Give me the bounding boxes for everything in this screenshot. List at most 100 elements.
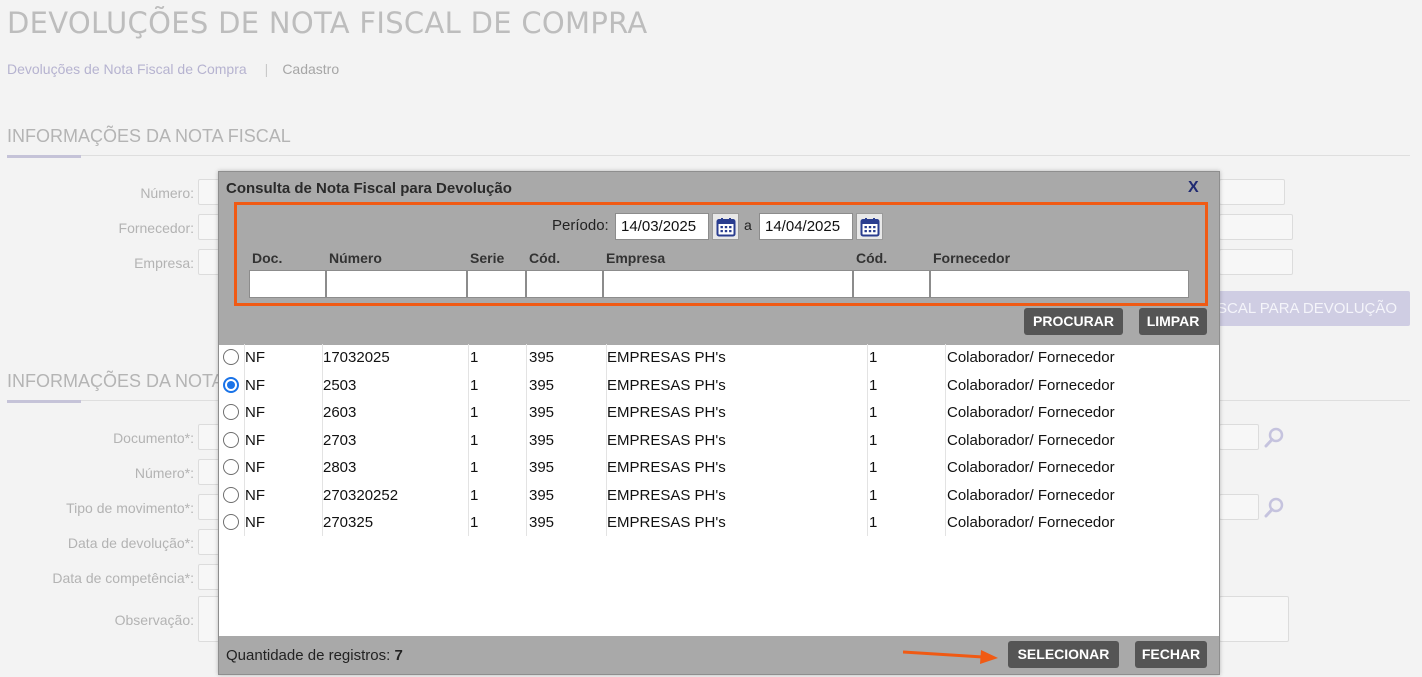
- table-row[interactable]: NF 270325 1 395 EMPRESAS PH's 1 Colabora…: [219, 509, 1219, 536]
- cell-empresa: EMPRESAS PH's: [607, 514, 726, 531]
- breadcrumb-separator: |: [264, 61, 269, 77]
- table-row[interactable]: NF 17032025 1 395 EMPRESAS PH's 1 Colabo…: [219, 344, 1219, 371]
- table-row[interactable]: NF 2603 1 395 EMPRESAS PH's 1 Colaborado…: [219, 399, 1219, 426]
- cell-serie: 1: [470, 487, 479, 504]
- cell-fornecedor: Colaborador/ Fornecedor: [947, 432, 1115, 449]
- col-header-cod-empresa: Cód.: [529, 250, 561, 266]
- modal-close-button[interactable]: X: [1188, 179, 1199, 197]
- cell-cod-empresa: 395: [529, 487, 555, 504]
- cell-doc: NF: [245, 432, 265, 449]
- cell-serie: 1: [470, 459, 479, 476]
- cell-cod-fornecedor: 1: [869, 514, 878, 531]
- numero-field-2[interactable]: [198, 459, 220, 485]
- filter-serie-input[interactable]: [467, 270, 526, 298]
- breadcrumb-item-devolucoes[interactable]: Devoluções de Nota Fiscal de Compra: [7, 61, 247, 77]
- calendar-icon[interactable]: [856, 213, 883, 240]
- empresa-field[interactable]: [198, 249, 220, 275]
- cell-cod-empresa: 395: [529, 349, 555, 366]
- documento-field-end[interactable]: [1219, 424, 1259, 450]
- filter-cod-fornecedor-input[interactable]: [853, 270, 930, 298]
- cell-empresa: EMPRESAS PH's: [607, 432, 726, 449]
- cell-empresa: EMPRESAS PH's: [607, 377, 726, 394]
- tipo-movimento-field-end[interactable]: [1219, 494, 1259, 520]
- row-radio[interactable]: [223, 487, 239, 503]
- empresa-field-end[interactable]: [1219, 249, 1293, 275]
- date-separator: a: [744, 217, 752, 233]
- procurar-button[interactable]: PROCURAR: [1024, 308, 1123, 335]
- date-to-input[interactable]: [759, 213, 853, 240]
- table-row[interactable]: NF 2703 1 395 EMPRESAS PH's 1 Colaborado…: [219, 427, 1219, 454]
- filter-numero-input[interactable]: [326, 270, 467, 298]
- search-icon[interactable]: [1262, 424, 1288, 450]
- table-row[interactable]: NF 2803 1 395 EMPRESAS PH's 1 Colaborado…: [219, 454, 1219, 481]
- data-devolucao-field[interactable]: [198, 529, 220, 555]
- table-row[interactable]: NF 2503 1 395 EMPRESAS PH's 1 Colaborado…: [219, 372, 1219, 399]
- cell-serie: 1: [470, 514, 479, 531]
- col-header-fornecedor: Fornecedor: [933, 250, 1011, 266]
- cell-empresa: EMPRESAS PH's: [607, 404, 726, 421]
- cell-fornecedor: Colaborador/ Fornecedor: [947, 377, 1115, 394]
- col-header-cod-fornecedor: Cód.: [856, 250, 888, 266]
- label-documento: Documento*:: [113, 430, 194, 446]
- cell-fornecedor: Colaborador/ Fornecedor: [947, 404, 1115, 421]
- numero-field-end[interactable]: [1219, 179, 1285, 205]
- table-row[interactable]: NF 270320252 1 395 EMPRESAS PH's 1 Colab…: [219, 482, 1219, 509]
- date-from-input[interactable]: [615, 213, 709, 240]
- consultar-nota-fiscal-button[interactable]: SCAL PARA DEVOLUÇÃO: [1217, 291, 1410, 326]
- row-radio[interactable]: [223, 432, 239, 448]
- search-icon[interactable]: [1262, 494, 1288, 520]
- consulta-nota-fiscal-modal: Consulta de Nota Fiscal para Devolução X…: [218, 171, 1220, 675]
- documento-field[interactable]: [198, 424, 220, 450]
- cell-numero: 2703: [323, 432, 357, 449]
- data-competencia-field[interactable]: [198, 564, 220, 590]
- record-count: Quantidade de registros: 7: [226, 647, 403, 664]
- col-header-serie: Serie: [470, 250, 505, 266]
- section-title-nota: INFORMAÇÕES DA NOTA: [7, 371, 224, 391]
- breadcrumb-item-cadastro: Cadastro: [282, 61, 340, 77]
- modal-header: Consulta de Nota Fiscal para Devolução X…: [219, 172, 1219, 345]
- cell-empresa: EMPRESAS PH's: [607, 349, 726, 366]
- fechar-button[interactable]: FECHAR: [1135, 641, 1207, 668]
- selecionar-button[interactable]: SELECIONAR: [1008, 641, 1119, 668]
- section-title-nota-fiscal: INFORMAÇÕES DA NOTA FISCAL: [7, 126, 291, 146]
- cell-cod-fornecedor: 1: [869, 487, 878, 504]
- cell-fornecedor: Colaborador/ Fornecedor: [947, 459, 1115, 476]
- row-radio[interactable]: [223, 514, 239, 530]
- cell-numero: 2603: [323, 404, 357, 421]
- cell-doc: NF: [245, 377, 265, 394]
- row-radio[interactable]: [223, 459, 239, 475]
- cell-cod-empresa: 395: [529, 377, 555, 394]
- label-empresa: Empresa:: [134, 255, 194, 271]
- section-accent-2: [7, 400, 81, 403]
- cell-cod-fornecedor: 1: [869, 432, 878, 449]
- fornecedor-field[interactable]: [198, 214, 220, 240]
- numero-field[interactable]: [198, 179, 220, 205]
- col-header-numero: Número: [329, 250, 382, 266]
- calendar-icon[interactable]: [712, 213, 739, 240]
- row-radio-selected[interactable]: [223, 377, 239, 393]
- label-data-devolucao: Data de devolução*:: [67, 535, 194, 551]
- filter-doc-input[interactable]: [249, 270, 326, 298]
- fornecedor-field-end[interactable]: [1219, 214, 1293, 240]
- cell-cod-empresa: 395: [529, 459, 555, 476]
- cell-doc: NF: [245, 459, 265, 476]
- section-divider: [7, 155, 1410, 156]
- row-radio[interactable]: [223, 349, 239, 365]
- cell-numero: 2503: [323, 377, 357, 394]
- observacao-field[interactable]: [198, 596, 220, 642]
- limpar-button[interactable]: LIMPAR: [1139, 308, 1207, 335]
- tipo-movimento-field[interactable]: [198, 494, 220, 520]
- cell-serie: 1: [470, 404, 479, 421]
- cell-serie: 1: [470, 432, 479, 449]
- modal-footer: Quantidade de registros: 7 SELECIONAR FE…: [219, 636, 1219, 674]
- label-numero-2: Número*:: [134, 465, 194, 481]
- observacao-field-end[interactable]: [1219, 596, 1289, 642]
- col-header-doc: Doc.: [252, 250, 283, 266]
- cell-cod-empresa: 395: [529, 404, 555, 421]
- cell-numero: 270320252: [323, 487, 399, 504]
- cell-doc: NF: [245, 514, 265, 531]
- filter-fornecedor-input[interactable]: [930, 270, 1189, 298]
- filter-empresa-input[interactable]: [603, 270, 853, 298]
- filter-cod-empresa-input[interactable]: [526, 270, 603, 298]
- row-radio[interactable]: [223, 404, 239, 420]
